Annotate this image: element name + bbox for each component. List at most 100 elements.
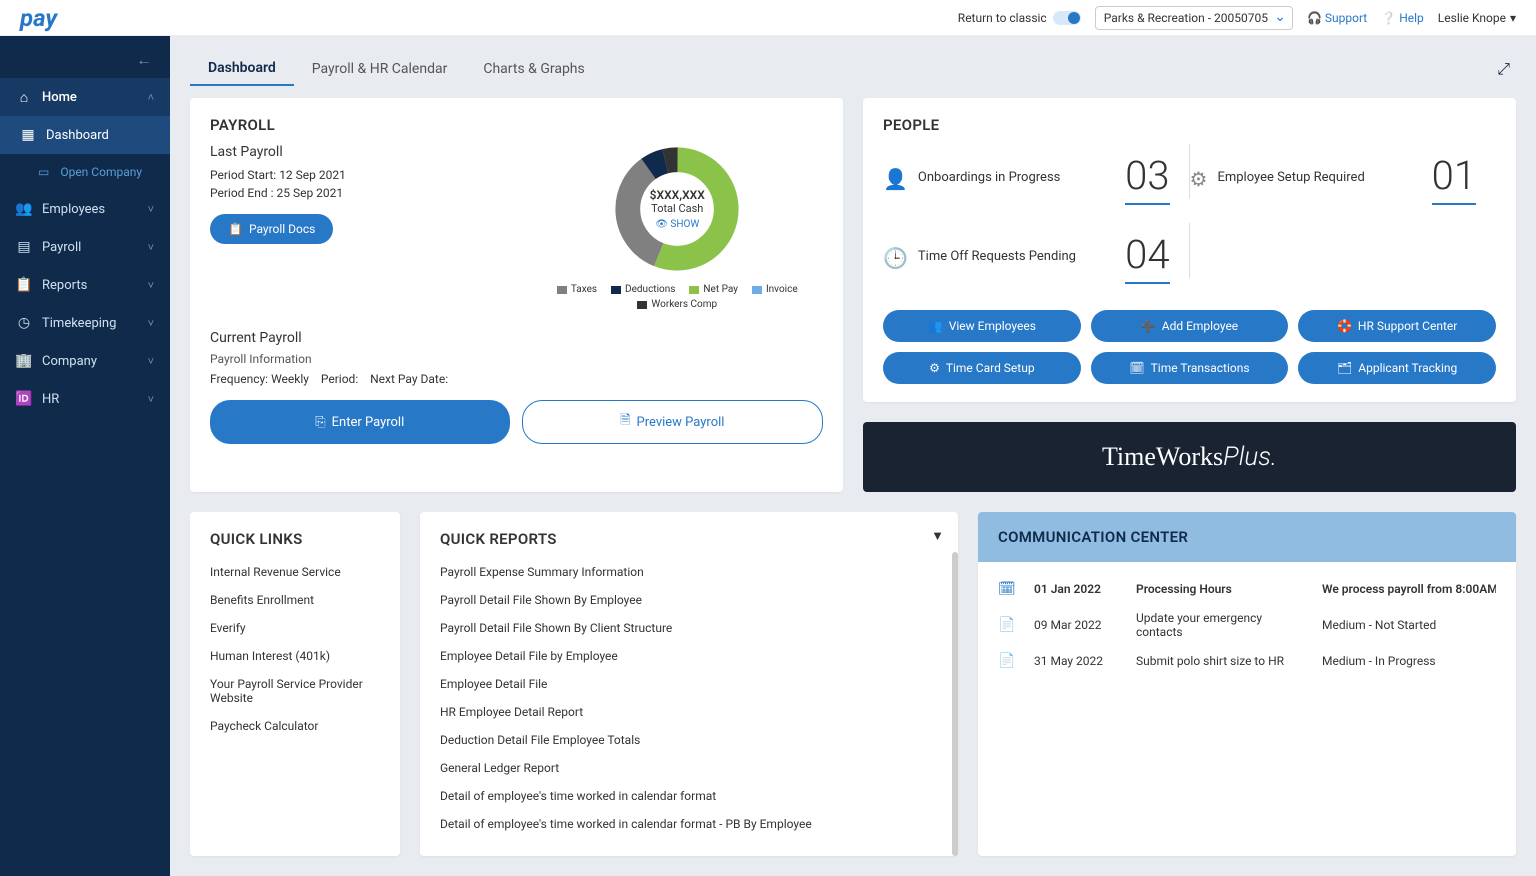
- preview-icon: 🗎: [620, 411, 630, 433]
- communication-center-card: COMMUNICATION CENTER 🗓 01 Jan 2022 Proce…: [978, 512, 1516, 856]
- quick-link[interactable]: Benefits Enrollment: [210, 586, 380, 614]
- quick-links-card: QUICK LINKS Internal Revenue ServiceBene…: [190, 512, 400, 856]
- people-button-time-transactions[interactable]: 🗓 Time Transactions: [1091, 352, 1289, 384]
- quick-reports-card: QUICK REPORTS ▼ Payroll Expense Summary …: [420, 512, 958, 856]
- expand-icon[interactable]: ⤢: [1497, 59, 1516, 79]
- scrollbar[interactable]: [952, 552, 958, 856]
- quick-link[interactable]: Internal Revenue Service: [210, 558, 380, 586]
- comm-row-icon: 🗓: [998, 581, 1022, 597]
- nav-open-company[interactable]: ▭ Open Company: [0, 154, 170, 190]
- legend-item: Deductions: [611, 284, 675, 295]
- hr-icon: 🆔: [16, 391, 32, 407]
- people-button-add-employee[interactable]: ➕ Add Employee: [1091, 310, 1289, 342]
- nav-timekeeping[interactable]: ◷ Timekeeping ˅: [0, 304, 170, 342]
- preview-payroll-button[interactable]: 🗎Preview Payroll: [522, 400, 824, 444]
- quick-report-link[interactable]: Detail of employee's time worked in cale…: [440, 810, 938, 838]
- quick-report-link[interactable]: Payroll Expense Summary Information: [440, 558, 938, 586]
- donut-show-button[interactable]: 👁 SHOW: [655, 219, 699, 230]
- quick-links-title: QUICK LINKS: [210, 530, 380, 548]
- nav-home[interactable]: ⌂ Home ˄: [0, 78, 170, 116]
- period-start: Period Start: 12 Sep 2021: [210, 166, 502, 184]
- comm-date: 09 Mar 2022: [1034, 618, 1124, 632]
- button-icon: 🛟: [1337, 319, 1352, 333]
- chevron-up-icon: ˄: [148, 91, 154, 104]
- tab-charts-graphs[interactable]: Charts & Graphs: [465, 53, 602, 85]
- quick-link[interactable]: Paycheck Calculator: [210, 712, 380, 740]
- last-payroll-heading: Last Payroll: [210, 144, 502, 160]
- payroll-title: PAYROLL: [210, 116, 823, 134]
- payroll-docs-button[interactable]: 📋 Payroll Docs: [210, 214, 333, 244]
- tab-payroll-hr-calendar[interactable]: Payroll & HR Calendar: [294, 53, 466, 85]
- chevron-down-icon: ˅: [148, 203, 154, 216]
- quick-link[interactable]: Your Payroll Service Provider Website: [210, 670, 380, 712]
- quick-report-link[interactable]: Deduction Detail File Employee Totals: [440, 726, 938, 754]
- comm-row[interactable]: 📄 31 May 2022 Submit polo shirt size to …: [998, 646, 1496, 676]
- payroll-donut-chart: $XXX,XXX Total Cash 👁 SHOW: [612, 144, 742, 274]
- people-button-hr-support-center[interactable]: 🛟 HR Support Center: [1298, 310, 1496, 342]
- reports-icon: 📋: [16, 277, 32, 293]
- timeworks-banner[interactable]: TimeWorksPlus.: [863, 422, 1516, 492]
- comm-row[interactable]: 🗓 01 Jan 2022 Processing Hours We proces…: [998, 574, 1496, 604]
- quick-report-link[interactable]: HR Employee Detail Report: [440, 698, 938, 726]
- user-dropdown[interactable]: Leslie Knope ▾: [1438, 11, 1516, 25]
- quick-link[interactable]: Human Interest (401k): [210, 642, 380, 670]
- people-button-time-card-setup[interactable]: ⚙ Time Card Setup: [883, 352, 1081, 384]
- quick-link[interactable]: Everify: [210, 614, 380, 642]
- quick-report-link[interactable]: Payroll Detail File Shown By Employee: [440, 586, 938, 614]
- payroll-card: PAYROLL Last Payroll Period Start: 12 Se…: [190, 98, 843, 492]
- donut-amount: $XXX,XXX: [650, 188, 705, 202]
- people-title: PEOPLE: [883, 116, 1496, 134]
- payroll-info-sub: Payroll Information: [210, 352, 823, 366]
- employees-icon: 👥: [16, 201, 32, 217]
- nav-dashboard[interactable]: ▦ Dashboard: [0, 116, 170, 154]
- current-payroll-heading: Current Payroll: [210, 330, 823, 346]
- people-column: PEOPLE 👤 Onboardings in Progress 03 ⚙ Em…: [863, 98, 1516, 492]
- support-link[interactable]: 🎧 Support: [1307, 11, 1367, 25]
- nav-payroll[interactable]: ▤ Payroll ˅: [0, 228, 170, 266]
- filter-icon[interactable]: ▼: [931, 528, 944, 544]
- people-button-applicant-tracking[interactable]: 🗂 Applicant Tracking: [1298, 352, 1496, 384]
- nav-employees[interactable]: 👥 Employees ˅: [0, 190, 170, 228]
- legend-item: Taxes: [557, 284, 597, 295]
- legend-item: Workers Comp: [637, 299, 717, 310]
- comm-subject: Update your emergency contacts: [1136, 611, 1310, 639]
- stat-timeoff: 🕒 Time Off Requests Pending 04: [883, 223, 1190, 302]
- quick-report-link[interactable]: Detail of employee's time worked in cale…: [440, 782, 938, 810]
- quick-report-link[interactable]: Employee Detail File: [440, 670, 938, 698]
- comm-row[interactable]: 📄 09 Mar 2022 Update your emergency cont…: [998, 604, 1496, 646]
- button-icon: 👥: [928, 319, 943, 333]
- people-button-view-employees[interactable]: 👥 View Employees: [883, 310, 1081, 342]
- quick-report-link[interactable]: General Ledger Report: [440, 754, 938, 782]
- payroll-meta-row: Frequency: Weekly Period: Next Pay Date:: [210, 372, 823, 386]
- return-to-classic: Return to classic: [958, 11, 1081, 25]
- top-header: pay Return to classic Parks & Recreation…: [0, 0, 1536, 36]
- sidebar-collapse-icon[interactable]: ←: [0, 36, 170, 78]
- company-picker[interactable]: Parks & Recreation - 20050705: [1095, 6, 1293, 30]
- button-icon: 🗓: [1129, 361, 1144, 375]
- quick-report-link[interactable]: Employee Detail File by Employee: [440, 642, 938, 670]
- chevron-down-icon: ˅: [148, 317, 154, 330]
- comm-title: COMMUNICATION CENTER: [978, 512, 1516, 562]
- payroll-icon: ▤: [16, 239, 32, 255]
- return-to-classic-label: Return to classic: [958, 11, 1047, 25]
- stat-setup-required: ⚙ Employee Setup Required 01: [1190, 144, 1497, 223]
- nav-hr[interactable]: 🆔 HR ˅: [0, 380, 170, 418]
- nav-company[interactable]: 🏢 Company ˅: [0, 342, 170, 380]
- setup-icon: ⚙: [1190, 167, 1208, 191]
- quick-report-link[interactable]: Payroll Detail File Shown By Client Stru…: [440, 614, 938, 642]
- enter-icon: ⎘: [315, 415, 325, 430]
- nav-reports[interactable]: 📋 Reports ˅: [0, 266, 170, 304]
- tab-dashboard[interactable]: Dashboard: [190, 52, 294, 86]
- help-link[interactable]: ❔ Help: [1381, 11, 1424, 25]
- period-end: Period End : 25 Sep 2021: [210, 184, 502, 202]
- comm-date: 01 Jan 2022: [1034, 582, 1124, 596]
- donut-legend: TaxesDeductionsNet PayInvoiceWorkers Com…: [532, 284, 824, 310]
- main-content: Dashboard Payroll & HR Calendar Charts &…: [170, 36, 1536, 876]
- comm-status: We process payroll from 8:00AM-5:00PM (E…: [1322, 582, 1496, 596]
- logo: pay: [20, 4, 57, 32]
- chevron-down-icon: ˅: [148, 279, 154, 292]
- enter-payroll-button[interactable]: ⎘Enter Payroll: [210, 400, 510, 444]
- stat-onboardings: 👤 Onboardings in Progress 03: [883, 144, 1190, 223]
- nav-dashboard-label: Dashboard: [46, 128, 109, 143]
- classic-toggle[interactable]: [1053, 11, 1081, 25]
